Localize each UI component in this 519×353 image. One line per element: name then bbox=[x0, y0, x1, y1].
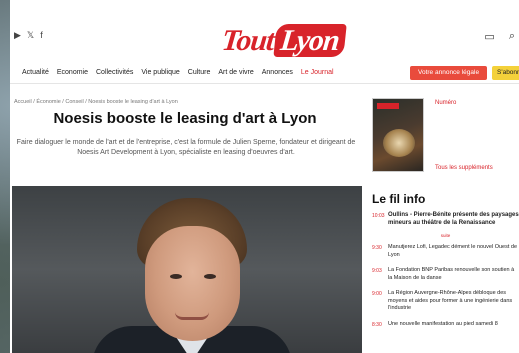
photo-eye-right bbox=[204, 274, 216, 279]
nav-item-collectivites[interactable]: Collectivités bbox=[96, 69, 133, 76]
list-item-text: La Région Auvergne-Rhône-Alpes débloque … bbox=[388, 290, 513, 311]
list-item-text: La Fondation BNP Paribas renouvelle son … bbox=[388, 267, 515, 281]
nav-item-annonces[interactable]: Annonces bbox=[262, 69, 293, 76]
logo-tout: Tout bbox=[220, 24, 276, 57]
article-lede: Faire dialoguer le monde de l'art et de … bbox=[16, 139, 356, 156]
photo-eye-left bbox=[170, 274, 182, 279]
nav-item-culture[interactable]: Culture bbox=[188, 69, 211, 76]
list-item-time: 8:30 bbox=[372, 321, 382, 328]
nav-item-art-de-vivre[interactable]: Art de vivre bbox=[218, 69, 253, 76]
list-item-text: Manutjerez Lofi, Legadec dément le nouve… bbox=[388, 244, 518, 258]
list-item[interactable]: 9:00 La Région Auvergne-Rhône-Alpes débl… bbox=[372, 290, 519, 313]
list-item-time: 9:00 bbox=[372, 291, 382, 297]
list-item[interactable]: 10:03 Oullins - Pierre-Bénite présente d… bbox=[372, 212, 519, 227]
list-item-text: Oullins - Pierre-Bénite présente des pay… bbox=[388, 212, 519, 226]
list-item-time: 10:03 bbox=[372, 213, 385, 219]
list-item-time: 9:30 bbox=[372, 245, 382, 251]
magazine-label[interactable]: Numéro bbox=[435, 100, 456, 106]
subscribe-button[interactable]: S'abonn bbox=[492, 66, 519, 80]
article-photo bbox=[12, 186, 362, 353]
site-logo[interactable]: Tout Lyon bbox=[220, 24, 347, 58]
webpage: ▶ 𝕏 f Tout Lyon ▭ ⌕ Actualité Economie Co… bbox=[10, 0, 519, 353]
breadcrumb[interactable]: Accueil / Économie / Conseil / Noesis bo… bbox=[14, 99, 178, 105]
list-item[interactable]: 8:30 Une nouvelle manifestation au pied … bbox=[372, 321, 519, 329]
nav-item-economie[interactable]: Economie bbox=[57, 69, 88, 76]
magazine-logo bbox=[377, 103, 399, 109]
twitter-icon[interactable]: 𝕏 bbox=[27, 30, 34, 41]
list-item-time: 9:03 bbox=[372, 268, 382, 274]
search-icon[interactable]: ⌕ bbox=[509, 30, 515, 43]
nav-item-actualite[interactable]: Actualité bbox=[22, 69, 49, 76]
facebook-icon[interactable]: f bbox=[40, 30, 43, 41]
fil-info-list: 10:03 Oullins - Pierre-Bénite présente d… bbox=[372, 212, 519, 336]
photo-face bbox=[145, 226, 240, 341]
fil-info-title: Le fil info bbox=[372, 192, 426, 206]
header-icons: ▭ ⌕ bbox=[484, 30, 515, 43]
youtube-icon[interactable]: ▶ bbox=[14, 30, 21, 41]
main-nav: Actualité Economie Collectivités Vie pub… bbox=[10, 62, 519, 84]
list-item-text: Une nouvelle manifestation au pied samed… bbox=[388, 320, 498, 327]
social-links: ▶ 𝕏 f bbox=[14, 30, 43, 41]
legal-notice-button[interactable]: Votre annonce légale bbox=[410, 66, 488, 80]
journal-icon[interactable]: ▭ bbox=[484, 30, 494, 43]
article-title: Noesis booste le leasing d'art à Lyon bbox=[53, 110, 317, 127]
logo-lyon: Lyon bbox=[272, 24, 347, 57]
list-item[interactable]: 9:30 Manutjerez Lofi, Legadec dément le … bbox=[372, 244, 519, 259]
supplements-link[interactable]: Tous les suppléments bbox=[435, 165, 493, 171]
nav-item-le-journal[interactable]: Le Journal bbox=[301, 69, 334, 76]
magazine-cover[interactable] bbox=[372, 98, 424, 172]
nav-item-vie-publique[interactable]: Vie publique bbox=[141, 69, 179, 76]
fil-separator: suite bbox=[440, 233, 451, 238]
header: ▶ 𝕏 f Tout Lyon ▭ ⌕ bbox=[10, 0, 519, 62]
magazine-plate bbox=[383, 129, 415, 157]
photo-mouth bbox=[175, 312, 209, 320]
list-item[interactable]: 9:03 La Fondation BNP Paribas renouvelle… bbox=[372, 267, 519, 282]
